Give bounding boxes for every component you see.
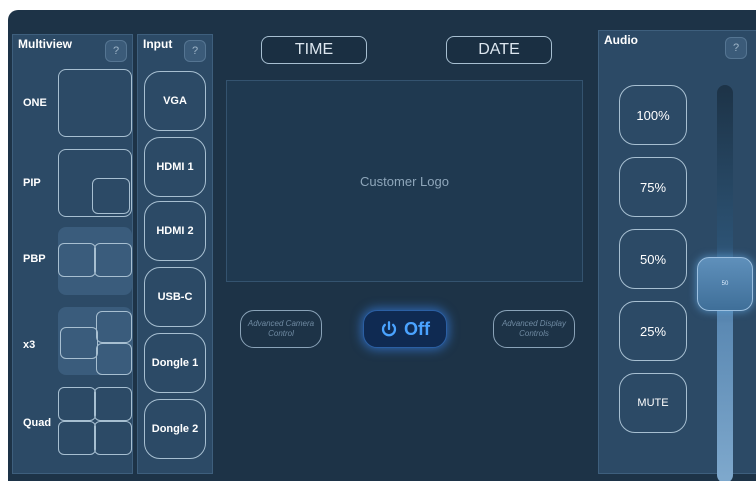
power-label: Off (404, 318, 430, 339)
multiview-one-button[interactable] (58, 69, 132, 137)
mv-label-x3: x3 (23, 339, 36, 351)
audio-panel: Audio ? 100% 75% 50% 25% MUTE 50 (598, 30, 756, 481)
quad-tl (58, 387, 96, 421)
audio-title: Audio (604, 33, 638, 47)
multiview-help-button[interactable]: ? (105, 40, 127, 62)
audio-help-button[interactable]: ? (725, 37, 747, 59)
audio-100-button[interactable]: 100% (619, 85, 687, 145)
multiview-pip-button[interactable] (58, 149, 132, 217)
input-usbc-button[interactable]: USB-C (144, 267, 206, 327)
mv-label-quad: Quad (23, 417, 52, 429)
multiview-title: Multiview (18, 37, 73, 51)
mv-label-one: ONE (23, 97, 47, 109)
quad-br (94, 421, 132, 455)
audio-75-button[interactable]: 75% (619, 157, 687, 217)
x3-left (60, 327, 98, 359)
advanced-camera-control-button[interactable]: Advanced Camera Control (240, 310, 322, 348)
input-help-button[interactable]: ? (184, 40, 206, 62)
mv-label-pbp: PBP (23, 253, 46, 265)
pbp-right (94, 243, 132, 277)
input-dongle2-button[interactable]: Dongle 2 (144, 399, 206, 459)
control-screen: Multiview ? ONE PIP PBP x3 Quad Input ? … (8, 10, 756, 481)
input-panel: Input ? VGA HDMI 1 HDMI 2 USB-C Dongle 1… (137, 34, 213, 474)
power-button[interactable]: Off (363, 310, 447, 348)
input-title: Input (143, 37, 173, 51)
x3-bottom-right (96, 343, 132, 375)
input-dongle1-button[interactable]: Dongle 1 (144, 333, 206, 393)
x3-top-right (96, 311, 132, 343)
multiview-pbp-button[interactable] (58, 227, 132, 295)
quad-tr (94, 387, 132, 421)
date-display: DATE (446, 36, 552, 64)
volume-slider-handle[interactable]: 50 (697, 257, 753, 311)
customer-logo-area: Customer Logo (226, 80, 583, 282)
audio-mute-button[interactable]: MUTE (619, 373, 687, 433)
input-vga-button[interactable]: VGA (144, 71, 206, 131)
input-hdmi2-button[interactable]: HDMI 2 (144, 201, 206, 261)
input-hdmi1-button[interactable]: HDMI 1 (144, 137, 206, 197)
power-icon (381, 321, 397, 337)
customer-logo-text: Customer Logo (360, 173, 449, 189)
multiview-panel: Multiview ? ONE PIP PBP x3 Quad (12, 34, 133, 474)
advanced-display-controls-button[interactable]: Advanced Display Controls (493, 310, 575, 348)
mv-label-pip: PIP (23, 177, 41, 189)
multiview-quad-button[interactable] (58, 387, 132, 455)
multiview-x3-button[interactable] (58, 307, 132, 375)
pbp-left (58, 243, 96, 277)
time-display: TIME (261, 36, 367, 64)
pip-inset (92, 178, 130, 214)
audio-50-button[interactable]: 50% (619, 229, 687, 289)
quad-bl (58, 421, 96, 455)
audio-25-button[interactable]: 25% (619, 301, 687, 361)
